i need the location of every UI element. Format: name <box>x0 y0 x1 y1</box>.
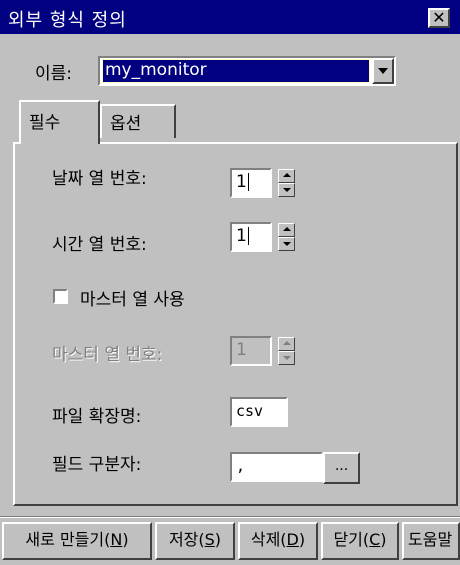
spin-down-icon <box>283 188 291 192</box>
name-label: 이름: <box>35 64 73 84</box>
spin-down-icon <box>283 242 291 246</box>
date-column-spin-down[interactable] <box>278 183 295 197</box>
field-separator-input[interactable]: , <box>230 452 323 482</box>
close-dialog-button-close: ) <box>380 530 387 549</box>
time-column-spin-up[interactable] <box>278 223 295 237</box>
close-icon: ✕ <box>432 8 446 27</box>
tab-join <box>21 142 98 146</box>
time-column-spin-down[interactable] <box>278 237 295 251</box>
tab-required-label: 필수 <box>29 113 61 133</box>
close-dialog-button-key: C <box>369 530 381 549</box>
time-column-label: 시간 열 번호: <box>52 235 147 255</box>
spin-up-icon <box>283 173 291 177</box>
spin-down-icon <box>283 356 291 360</box>
date-column-input[interactable]: 1 <box>230 168 272 198</box>
spin-up-icon <box>283 227 291 231</box>
time-column-input[interactable]: 1 <box>230 222 272 252</box>
chevron-down-icon <box>378 68 388 74</box>
close-button[interactable]: ✕ <box>428 8 450 28</box>
new-button[interactable]: 새로 만들기(N) <box>2 522 152 560</box>
close-dialog-button[interactable]: 닫기(C) <box>321 522 399 560</box>
delete-button[interactable]: 삭제(D) <box>238 522 318 560</box>
save-button-key: S <box>204 530 215 549</box>
tab-options-label: 옵션 <box>110 114 142 134</box>
date-column-spinner[interactable] <box>278 169 295 197</box>
spin-up-icon <box>283 341 291 345</box>
master-column-value: 1 <box>236 340 247 360</box>
external-format-dialog: 외부 형식 정의 ✕ 이름: my_monitor 필수 옵션 날짜 열 번호:… <box>0 0 460 565</box>
time-column-value: 1 <box>236 226 247 246</box>
browse-button[interactable]: ... <box>323 452 360 484</box>
field-separator-label: 필드 구분자: <box>52 455 142 475</box>
help-button-label: 도움말 <box>408 530 453 549</box>
bottom-separator <box>0 516 460 518</box>
delete-button-key: D <box>286 530 299 549</box>
dropdown-button[interactable] <box>372 58 394 84</box>
use-master-column-label[interactable]: 마스터 열 사용 <box>80 285 185 310</box>
save-button-label: 저장( <box>168 530 205 549</box>
name-combobox[interactable]: my_monitor <box>98 56 396 86</box>
date-column-value: 1 <box>236 172 247 192</box>
master-column-spin-up <box>278 337 295 351</box>
file-extension-label: 파일 확장명: <box>52 407 142 427</box>
master-column-input: 1 <box>230 336 272 366</box>
tab-options[interactable]: 옵션 <box>100 104 176 138</box>
close-dialog-button-label: 닫기( <box>333 530 370 549</box>
delete-button-close: ) <box>298 530 306 549</box>
save-button-close: ) <box>214 530 222 549</box>
date-column-spin-up[interactable] <box>278 169 295 183</box>
use-master-column-checkbox[interactable] <box>53 289 68 304</box>
help-button[interactable]: 도움말 <box>402 522 460 560</box>
title-bar[interactable]: 외부 형식 정의 ✕ <box>0 0 460 34</box>
new-button-label: 새로 만들기( <box>25 530 111 549</box>
file-extension-input[interactable]: csv <box>230 397 288 427</box>
new-button-key: N <box>110 530 123 549</box>
new-button-close: ) <box>122 530 129 549</box>
master-column-spin-down <box>278 351 295 365</box>
tab-required[interactable]: 필수 <box>19 100 100 144</box>
window-title: 외부 형식 정의 <box>8 10 127 31</box>
master-column-spinner <box>278 337 295 365</box>
delete-button-label: 삭제( <box>250 530 287 549</box>
save-button[interactable]: 저장(S) <box>155 522 235 560</box>
master-column-label: 마스터 열 번호: <box>52 345 163 365</box>
name-combobox-value[interactable]: my_monitor <box>102 59 370 83</box>
time-column-spinner[interactable] <box>278 223 295 251</box>
date-column-label: 날짜 열 번호: <box>52 169 147 189</box>
